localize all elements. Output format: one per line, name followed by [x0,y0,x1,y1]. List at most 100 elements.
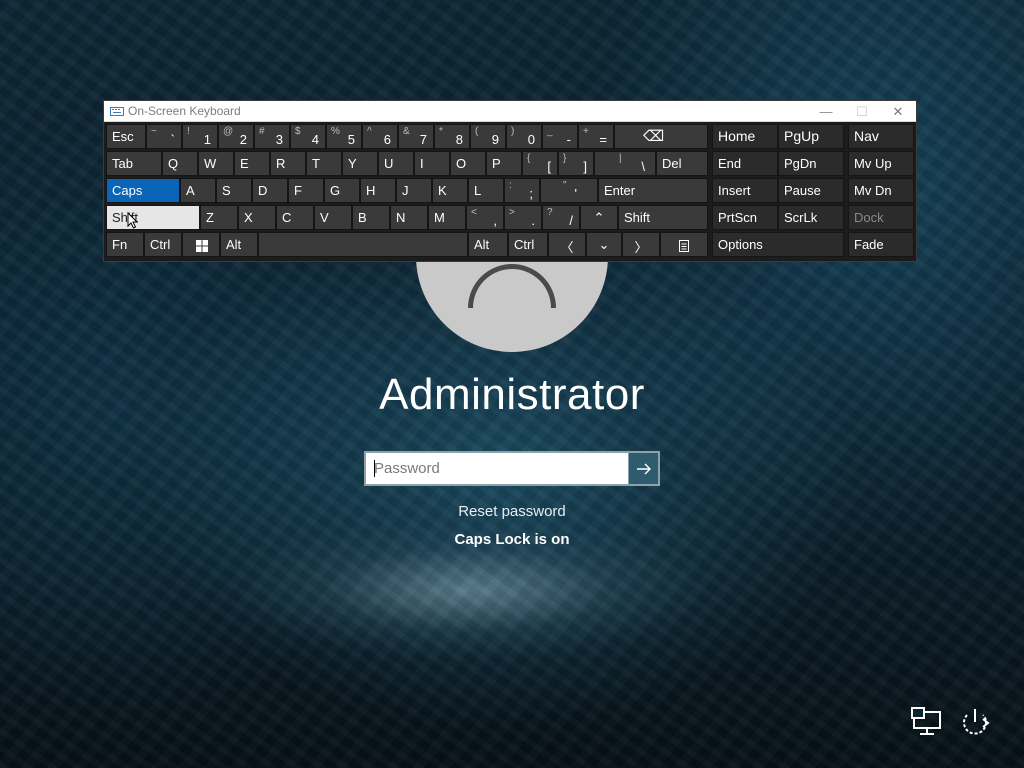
key-label: PrtScn [718,210,758,225]
network-icon[interactable] [910,706,946,740]
key-quote[interactable]: " ' [540,178,598,203]
key-home[interactable]: Home [712,124,778,149]
key-backtick[interactable]: ~ ` [146,124,182,149]
key-comma[interactable]: <, [466,205,504,230]
key-dock[interactable]: Dock [848,205,914,230]
key-i[interactable]: I [414,151,450,176]
key-9[interactable]: (9 [470,124,506,149]
password-input[interactable] [366,453,628,484]
key-r[interactable]: R [270,151,306,176]
key-a[interactable]: A [180,178,216,203]
key-tab[interactable]: Tab [106,151,162,176]
key-nav[interactable]: Nav [848,124,914,149]
reset-password-link[interactable]: Reset password [0,503,1024,520]
key-space[interactable] [258,232,468,257]
key-insert[interactable]: Insert [712,178,778,203]
key-z[interactable]: Z [200,205,238,230]
key-j[interactable]: J [396,178,432,203]
close-button[interactable]: ✕ [880,101,916,122]
key-del[interactable]: Del [656,151,708,176]
key-t[interactable]: T [306,151,342,176]
key-l[interactable]: L [468,178,504,203]
key-v[interactable]: V [314,205,352,230]
shift-label: # [259,126,265,137]
key-left-arrow[interactable]: 〈 [548,232,586,257]
power-icon[interactable] [957,706,993,740]
key-c[interactable]: C [276,205,314,230]
key-alt-right[interactable]: Alt [468,232,508,257]
submit-button[interactable] [628,453,658,484]
key-minus[interactable]: _ - [542,124,578,149]
key-prtscn[interactable]: PrtScn [712,205,778,230]
key-4[interactable]: $4 [290,124,326,149]
key-menu[interactable] [660,232,708,257]
key-label: X [244,210,253,225]
key-up-arrow[interactable]: ⌃ [580,205,618,230]
key-pgdn[interactable]: PgDn [778,151,844,176]
key-semicolon[interactable]: :; [504,178,540,203]
key-y[interactable]: Y [342,151,378,176]
key-n[interactable]: N [390,205,428,230]
key-label: Ctrl [150,237,171,252]
key-windows[interactable] [182,232,220,257]
maximize-button[interactable]: ☐ [844,101,880,122]
key-w[interactable]: W [198,151,234,176]
key-right-bracket[interactable]: }] [558,151,594,176]
key-6[interactable]: ^ 6 [362,124,398,149]
key-equals[interactable]: + = [578,124,614,149]
key-d[interactable]: D [252,178,288,203]
key-2[interactable]: @2 [218,124,254,149]
key-backslash[interactable]: | \ [594,151,656,176]
minimize-button[interactable]: — [808,101,844,122]
key-8[interactable]: * 8 [434,124,470,149]
key-0[interactable]: ) 0 [506,124,542,149]
key-e[interactable]: E [234,151,270,176]
key-move-down[interactable]: Mv Dn [848,178,914,203]
key-f[interactable]: F [288,178,324,203]
key-pause[interactable]: Pause [778,178,844,203]
key-u[interactable]: U [378,151,414,176]
key-q[interactable]: Q [162,151,198,176]
key-k[interactable]: K [432,178,468,203]
key-label: T [312,156,320,171]
key-shift-right[interactable]: Shift [618,205,708,230]
key-m[interactable]: M [428,205,466,230]
keyboard-icon [110,107,124,116]
key-move-up[interactable]: Mv Up [848,151,914,176]
key-enter[interactable]: Enter [598,178,708,203]
key-x[interactable]: X [238,205,276,230]
arrow-right-icon [636,463,651,474]
key-period[interactable]: >. [504,205,542,230]
main-label: 7 [419,132,427,147]
key-fn[interactable]: Fn [106,232,144,257]
key-esc[interactable]: Esc [106,124,146,149]
key-slash[interactable]: ? / [542,205,580,230]
key-left-bracket[interactable]: {[ [522,151,558,176]
key-alt-left[interactable]: Alt [220,232,258,257]
key-right-arrow[interactable]: 〉 [622,232,660,257]
key-scrlk[interactable]: ScrLk [778,205,844,230]
key-g[interactable]: G [324,178,360,203]
key-ctrl-left[interactable]: Ctrl [144,232,182,257]
key-pgup[interactable]: PgUp [778,124,844,149]
key-end[interactable]: End [712,151,778,176]
options-button[interactable]: Options [712,232,844,257]
key-7[interactable]: & 7 [398,124,434,149]
key-h[interactable]: H [360,178,396,203]
key-1[interactable]: ! 1 [182,124,218,149]
key-o[interactable]: O [450,151,486,176]
key-label: Del [662,156,682,171]
key-fade[interactable]: Fade [848,232,914,257]
key-3[interactable]: #3 [254,124,290,149]
key-backspace[interactable]: ⌫ [614,124,708,149]
key-s[interactable]: S [216,178,252,203]
key-p[interactable]: P [486,151,522,176]
key-down-arrow[interactable]: ⌄ [586,232,622,257]
key-shift-left[interactable]: Shift [106,205,200,230]
key-caps-lock[interactable]: Caps [106,178,180,203]
key-ctrl-right[interactable]: Ctrl [508,232,548,257]
key-5[interactable]: % 5 [326,124,362,149]
osk-titlebar[interactable]: On-Screen Keyboard — ☐ ✕ [104,101,916,122]
password-box [364,451,660,486]
key-b[interactable]: B [352,205,390,230]
